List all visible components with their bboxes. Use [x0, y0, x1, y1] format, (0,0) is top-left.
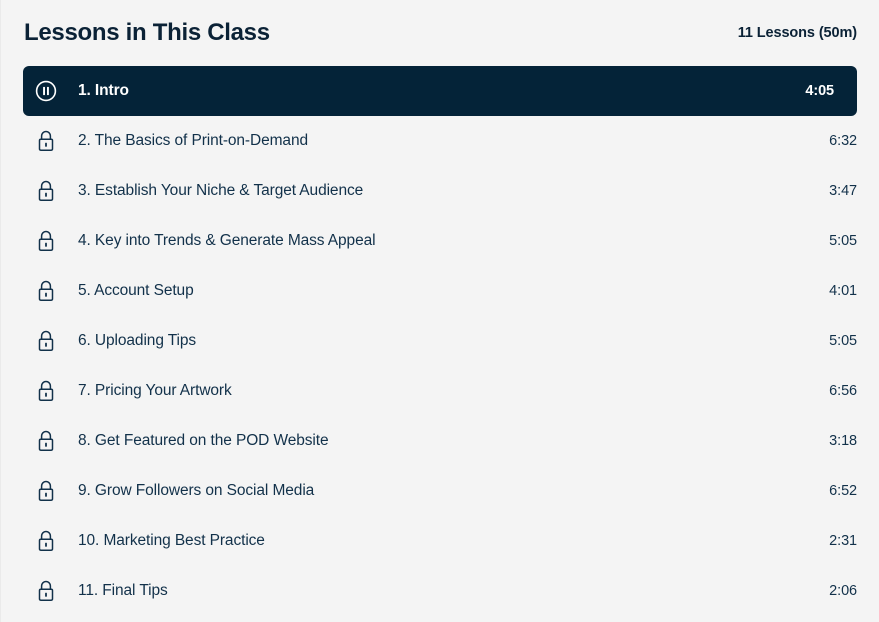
lesson-duration: 4:01 [829, 283, 857, 299]
lock-icon [24, 529, 68, 553]
lock-icon [24, 429, 68, 453]
lesson-row[interactable]: 8. Get Featured on the POD Website 3:18 [1, 416, 879, 466]
lock-icon [24, 379, 68, 403]
lock-icon [24, 329, 68, 353]
lesson-count-label: 11 Lessons (50m) [737, 24, 857, 41]
pause-circle-icon[interactable] [24, 80, 68, 102]
lock-icon [24, 179, 68, 203]
page-title: Lessons in This Class [24, 19, 270, 46]
lock-icon [24, 279, 68, 303]
lesson-title: 3. Establish Your Niche & Target Audienc… [78, 182, 364, 199]
lock-icon [24, 229, 68, 253]
lesson-row[interactable]: 6. Uploading Tips 5:05 [1, 316, 879, 366]
lesson-duration: 5:05 [829, 333, 857, 349]
lesson-title: 11. Final Tips [78, 582, 168, 599]
lock-icon [24, 579, 68, 603]
lesson-row[interactable]: 9. Grow Followers on Social Media 6:52 [1, 466, 879, 516]
lesson-list: 1. Intro 4:05 2. The Basics of Print-on-De… [1, 66, 879, 616]
lesson-row[interactable]: 3. Establish Your Niche & Target Audienc… [1, 166, 879, 216]
lesson-row[interactable]: 2. The Basics of Print-on-Demand 6:32 [1, 116, 879, 166]
lesson-title: 9. Grow Followers on Social Media [78, 482, 315, 499]
lesson-row[interactable]: 10. Marketing Best Practice 2:31 [1, 516, 879, 566]
lesson-title: 1. Intro [78, 82, 129, 99]
lesson-row[interactable]: 7. Pricing Your Artwork 6:56 [1, 366, 879, 416]
lesson-duration: 3:18 [829, 433, 857, 449]
lesson-title: 7. Pricing Your Artwork [78, 382, 232, 399]
lesson-duration: 2:06 [829, 583, 857, 599]
lessons-panel: Lessons in This Class 11 Lessons (50m) 1… [0, 0, 879, 622]
lesson-duration: 6:32 [829, 133, 857, 149]
lesson-title: 10. Marketing Best Practice [78, 532, 265, 549]
lesson-duration: 4:05 [805, 83, 834, 99]
lesson-title: 6. Uploading Tips [78, 332, 197, 349]
lesson-title: 5. Account Setup [78, 282, 194, 299]
lesson-row[interactable]: 1. Intro 4:05 [23, 66, 857, 116]
lock-icon [24, 479, 68, 503]
lesson-title: 4. Key into Trends & Generate Mass Appea… [78, 232, 376, 249]
lesson-row[interactable]: 4. Key into Trends & Generate Mass Appea… [1, 216, 879, 266]
lesson-title: 8. Get Featured on the POD Website [78, 432, 329, 449]
lesson-duration: 5:05 [829, 233, 857, 249]
lesson-duration: 2:31 [829, 533, 857, 549]
lesson-duration: 6:52 [829, 483, 857, 499]
lesson-duration: 3:47 [829, 183, 857, 199]
lesson-title: 2. The Basics of Print-on-Demand [78, 132, 308, 149]
lock-icon [24, 129, 68, 153]
lesson-row[interactable]: 5. Account Setup 4:01 [1, 266, 879, 316]
panel-header: Lessons in This Class 11 Lessons (50m) [1, 0, 879, 66]
lesson-row[interactable]: 11. Final Tips 2:06 [1, 566, 879, 616]
lesson-duration: 6:56 [829, 383, 857, 399]
